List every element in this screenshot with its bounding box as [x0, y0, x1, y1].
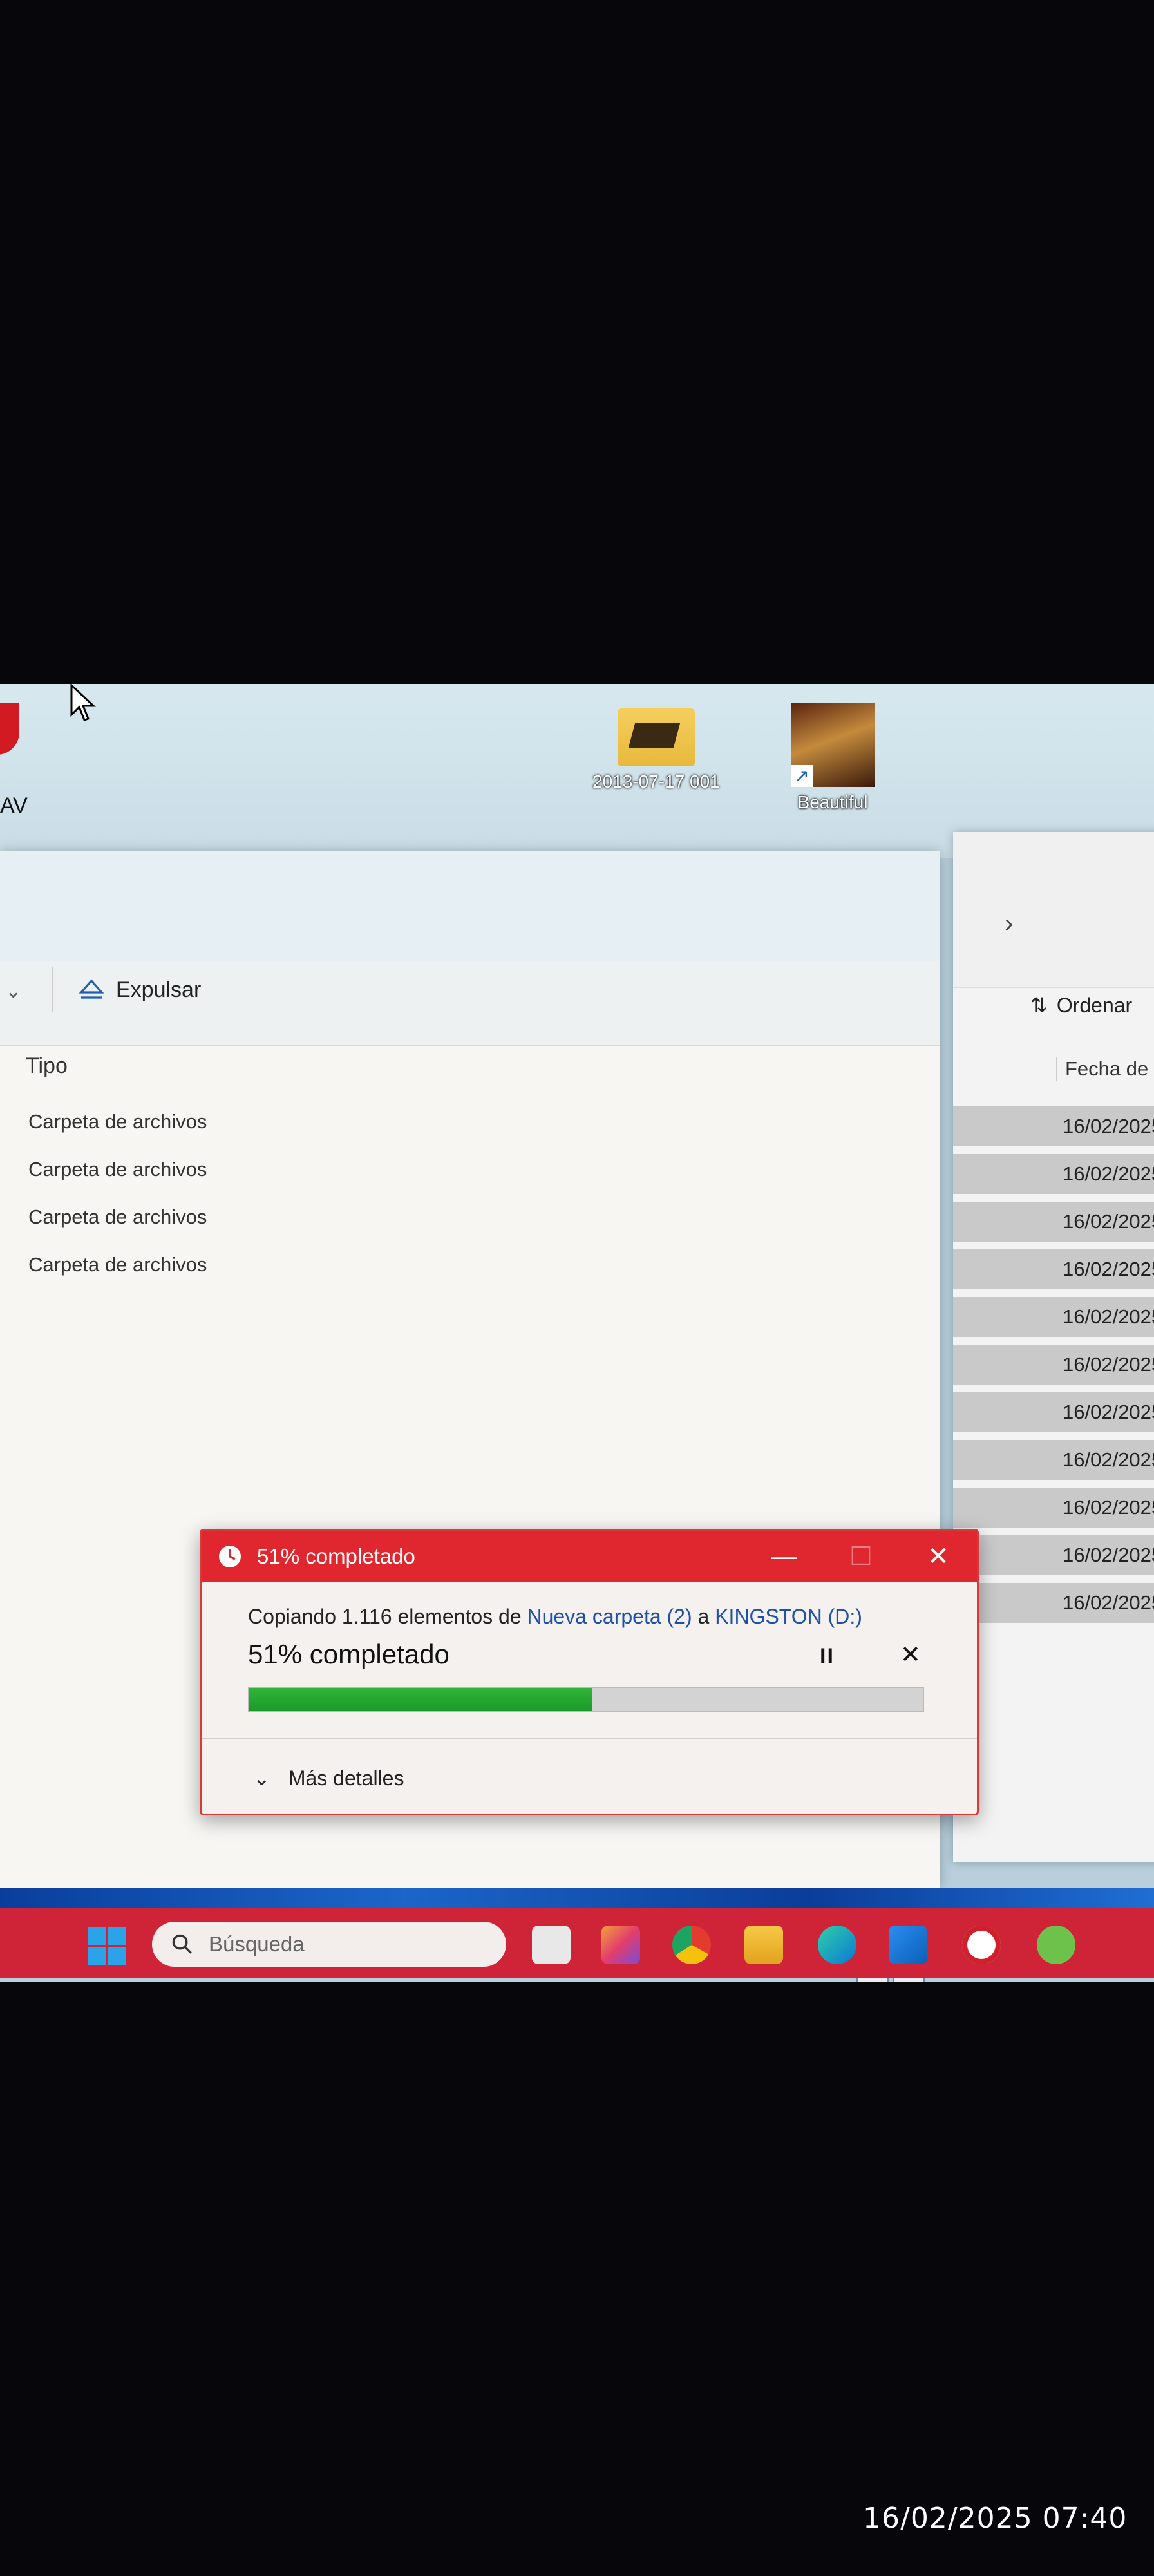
table-row-date[interactable]: 16/02/2025	[953, 1535, 1154, 1575]
monitor-screen: AV 2013-07-17 001 ↗ Beautiful › ⇅ Ordena…	[0, 684, 1154, 1982]
search-placeholder: Búsqueda	[209, 1932, 305, 1956]
table-row-date[interactable]: 16/02/2025	[953, 1440, 1154, 1480]
chevron-down-icon[interactable]: ⌄	[5, 980, 21, 1003]
cancel-button[interactable]: ✕	[900, 1640, 921, 1669]
taskbar: Búsqueda	[0, 1908, 1154, 1978]
file-explorer-icon[interactable]	[744, 1926, 783, 1964]
chevron-right-icon[interactable]: ›	[1005, 909, 1013, 938]
progress-bar	[248, 1687, 924, 1712]
utorrent-icon[interactable]	[1037, 1926, 1075, 1964]
edge-icon[interactable]	[818, 1926, 856, 1964]
desktop-item-folder[interactable]: 2013-07-17 001	[592, 708, 720, 792]
column-header-type[interactable]: Tipo	[26, 1054, 68, 1079]
antivirus-shield-icon[interactable]	[0, 703, 19, 755]
desktop-item-label: Beautiful	[797, 792, 868, 812]
table-row-date[interactable]: 16/02/2025	[953, 1345, 1154, 1385]
chevron-down-icon: ⌄	[253, 1766, 270, 1790]
dialog-titlebar: 51% completado — ☐ ✕	[202, 1531, 977, 1582]
desktop-item-label: 2013-07-17 001	[592, 772, 720, 791]
table-row-date[interactable]: 16/02/2025	[953, 1297, 1154, 1337]
toolbar: ›	[953, 832, 1154, 988]
copy-prefix: Copiando 1.116 elementos de	[248, 1605, 527, 1628]
dialog-title: 51% completado	[257, 1544, 415, 1568]
search-input[interactable]: Búsqueda	[152, 1922, 506, 1967]
eject-icon	[79, 979, 104, 999]
eject-button[interactable]: Expulsar	[52, 967, 201, 1012]
table-row-type[interactable]: Carpeta de archivos	[28, 1158, 207, 1181]
image-shortcut-icon: ↗	[791, 703, 875, 787]
photos-icon[interactable]	[601, 1926, 640, 1964]
column-header-date[interactable]: Fecha de	[1056, 1057, 1148, 1081]
close-icon[interactable]: ✕	[900, 1542, 977, 1571]
table-row-type[interactable]: Carpeta de archivos	[28, 1253, 207, 1276]
table-row-date[interactable]: 16/02/2025	[953, 1583, 1154, 1623]
store-icon[interactable]	[889, 1926, 927, 1964]
table-row-date[interactable]: 16/02/2025	[953, 1154, 1154, 1194]
source-folder-link[interactable]: Nueva carpeta (2)	[527, 1605, 692, 1628]
window-controls: — ☐ ✕	[745, 1531, 977, 1582]
sort-arrows-icon: ⇅	[1030, 994, 1048, 1017]
search-icon	[172, 1934, 192, 1954]
mouse-cursor-icon	[70, 684, 96, 721]
sort-button[interactable]: ⇅ Ordenar	[1030, 993, 1132, 1018]
more-details-label: Más detalles	[288, 1766, 404, 1790]
more-details-button[interactable]: ⌄ Más detalles	[253, 1766, 404, 1790]
sort-label: Ordenar	[1056, 993, 1133, 1017]
photo-timestamp: 16/02/2025 07:40	[863, 2502, 1128, 2535]
explorer-titlebar	[0, 851, 940, 961]
minimize-icon[interactable]: —	[745, 1542, 822, 1571]
chrome-icon[interactable]	[672, 1926, 711, 1964]
copy-description: Copiando 1.116 elementos de Nueva carpet…	[248, 1605, 862, 1629]
media-player-icon[interactable]	[962, 1926, 1001, 1964]
pause-button[interactable]: II	[820, 1644, 835, 1669]
table-row-type[interactable]: Carpeta de archivos	[28, 1110, 207, 1133]
shortcut-arrow-icon: ↗	[791, 765, 813, 787]
table-row-date[interactable]: 16/02/2025	[953, 1106, 1154, 1146]
explorer-window-right: › ⇅ Ordenar Fecha de 16/02/2025 16/02/20…	[953, 832, 1154, 1862]
destination-drive-link[interactable]: KINGSTON (D:)	[715, 1605, 862, 1628]
maximize-icon: ☐	[849, 1542, 873, 1571]
table-row-type[interactable]: Carpeta de archivos	[28, 1206, 207, 1229]
table-row-date[interactable]: 16/02/2025	[953, 1488, 1154, 1528]
table-row-date[interactable]: 16/02/2025	[953, 1202, 1154, 1242]
divider	[202, 1738, 977, 1739]
progress-bar-fill	[249, 1688, 593, 1711]
table-row-date[interactable]: 16/02/2025	[953, 1392, 1154, 1432]
table-row-date[interactable]: 16/02/2025	[953, 1249, 1154, 1289]
folder-photo-icon	[617, 708, 695, 766]
copy-progress-dialog: 51% completado — ☐ ✕ Copiando 1.116 elem…	[200, 1529, 979, 1815]
start-icon[interactable]	[88, 1927, 126, 1965]
eject-label: Expulsar	[116, 977, 202, 1002]
copy-middle: a	[692, 1605, 715, 1628]
task-view-icon[interactable]	[532, 1926, 571, 1964]
desktop-item-shortcut[interactable]: ↗ Beautiful	[791, 703, 875, 813]
desktop-app-label: AV	[0, 793, 28, 818]
clock-icon	[219, 1546, 241, 1567]
progress-label: 51% completado	[248, 1639, 449, 1669]
